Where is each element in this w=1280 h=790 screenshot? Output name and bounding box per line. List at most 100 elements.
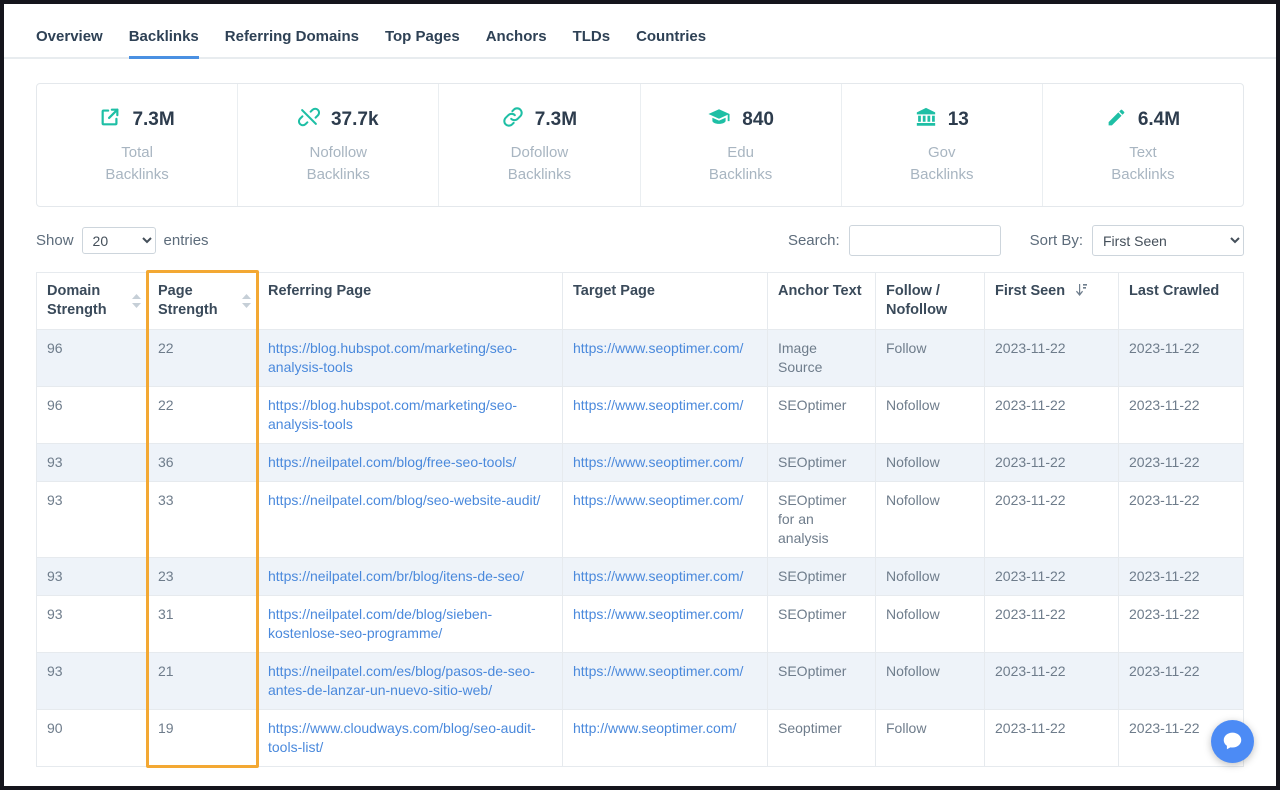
target-page-link[interactable]: https://www.seoptimer.com/: [573, 568, 743, 584]
col-header-page-strength[interactable]: Page Strength: [148, 273, 258, 330]
stat-total-backlinks: 7.3M TotalBacklinks: [37, 84, 238, 206]
col-header-anchor-text[interactable]: Anchor Text: [768, 273, 876, 330]
stat-value: 840: [742, 109, 774, 131]
tab-tlds[interactable]: TLDs: [573, 28, 611, 59]
anchor-text-cell: SEOptimer: [768, 653, 876, 710]
follow-nofollow-cell: Nofollow: [876, 482, 985, 558]
target-page-cell: https://www.seoptimer.com/: [563, 596, 768, 653]
col-header-domain-strength[interactable]: Domain Strength: [37, 273, 148, 330]
page-strength-cell: 31: [148, 596, 258, 653]
first-seen-cell: 2023-11-22: [985, 482, 1119, 558]
domain-strength-cell: 96: [37, 387, 148, 444]
stat-value: 37.7k: [331, 109, 379, 131]
table-row: 9333https://neilpatel.com/blog/seo-websi…: [37, 482, 1244, 558]
table-row: 9336https://neilpatel.com/blog/free-seo-…: [37, 444, 1244, 482]
anchor-text-cell: SEOptimer: [768, 558, 876, 596]
sort-icon: [132, 294, 141, 308]
table-row: 9019https://www.cloudways.com/blog/seo-a…: [37, 710, 1244, 767]
referring-page-link[interactable]: https://neilpatel.com/es/blog/pasos-de-s…: [268, 663, 535, 698]
referring-page-cell: https://www.cloudways.com/blog/seo-audit…: [258, 710, 563, 767]
search-input[interactable]: [849, 225, 1001, 256]
table-row: 9622https://blog.hubspot.com/marketing/s…: [37, 387, 1244, 444]
domain-strength-cell: 93: [37, 596, 148, 653]
referring-page-link[interactable]: https://www.cloudways.com/blog/seo-audit…: [268, 720, 536, 755]
anchor-text-cell: SEOptimer: [768, 444, 876, 482]
first-seen-cell: 2023-11-22: [985, 330, 1119, 387]
bank-icon: [915, 106, 937, 133]
stat-gov-backlinks: 13 GovBacklinks: [842, 84, 1043, 206]
target-page-link[interactable]: https://www.seoptimer.com/: [573, 663, 743, 679]
domain-strength-cell: 93: [37, 444, 148, 482]
follow-nofollow-cell: Follow: [876, 710, 985, 767]
referring-page-link[interactable]: https://blog.hubspot.com/marketing/seo-a…: [268, 340, 517, 375]
sort-active-icon: [1076, 283, 1087, 297]
stat-label: DofollowBacklinks: [508, 142, 571, 186]
nofollow-link-icon: [298, 106, 320, 133]
show-label: Show: [36, 232, 74, 249]
entries-label: entries: [164, 232, 209, 249]
col-header-last-crawled[interactable]: Last Crawled: [1119, 273, 1244, 330]
stat-edu-backlinks: 840 EduBacklinks: [641, 84, 842, 206]
table-controls: Show 20 entries Search: Sort By: First S…: [36, 225, 1244, 256]
page-strength-cell: 21: [148, 653, 258, 710]
page-strength-cell: 23: [148, 558, 258, 596]
tab-backlinks[interactable]: Backlinks: [129, 28, 199, 59]
entries-per-page-select[interactable]: 20: [82, 227, 156, 254]
tab-anchors[interactable]: Anchors: [486, 28, 547, 59]
last-crawled-cell: 2023-11-22: [1119, 482, 1244, 558]
first-seen-cell: 2023-11-22: [985, 710, 1119, 767]
table-row: 9622https://blog.hubspot.com/marketing/s…: [37, 330, 1244, 387]
backlinks-table-wrap: Domain Strength Page Strength: [36, 272, 1244, 767]
referring-page-link[interactable]: https://blog.hubspot.com/marketing/seo-a…: [268, 397, 517, 432]
target-page-link[interactable]: https://www.seoptimer.com/: [573, 340, 743, 356]
table-header-row: Domain Strength Page Strength: [37, 273, 1244, 330]
domain-strength-cell: 90: [37, 710, 148, 767]
domain-strength-cell: 93: [37, 653, 148, 710]
referring-page-cell: https://neilpatel.com/es/blog/pasos-de-s…: [258, 653, 563, 710]
first-seen-cell: 2023-11-22: [985, 444, 1119, 482]
target-page-link[interactable]: https://www.seoptimer.com/: [573, 397, 743, 413]
last-crawled-cell: 2023-11-22: [1119, 558, 1244, 596]
target-page-cell: https://www.seoptimer.com/: [563, 387, 768, 444]
table-body: 9622https://blog.hubspot.com/marketing/s…: [37, 330, 1244, 767]
sort-by-select[interactable]: First Seen: [1092, 225, 1244, 256]
referring-page-link[interactable]: https://neilpatel.com/de/blog/sieben-kos…: [268, 606, 492, 641]
backlinks-table: Domain Strength Page Strength: [36, 272, 1244, 767]
target-page-link[interactable]: https://www.seoptimer.com/: [573, 454, 743, 470]
tab-overview[interactable]: Overview: [36, 28, 103, 59]
follow-nofollow-cell: Follow: [876, 330, 985, 387]
target-page-cell: http://www.seoptimer.com/: [563, 710, 768, 767]
col-header-target-page[interactable]: Target Page: [563, 273, 768, 330]
follow-nofollow-cell: Nofollow: [876, 387, 985, 444]
anchor-text-cell: SEOptimer: [768, 387, 876, 444]
stat-nofollow-backlinks: 37.7k NofollowBacklinks: [238, 84, 439, 206]
col-header-referring-page[interactable]: Referring Page: [258, 273, 563, 330]
anchor-text-cell: Image Source: [768, 330, 876, 387]
referring-page-link[interactable]: https://neilpatel.com/blog/seo-website-a…: [268, 492, 540, 508]
tab-countries[interactable]: Countries: [636, 28, 706, 59]
target-page-cell: https://www.seoptimer.com/: [563, 653, 768, 710]
col-header-first-seen[interactable]: First Seen: [985, 273, 1119, 330]
stat-dofollow-backlinks: 7.3M DofollowBacklinks: [439, 84, 640, 206]
follow-nofollow-cell: Nofollow: [876, 444, 985, 482]
referring-page-link[interactable]: https://neilpatel.com/br/blog/itens-de-s…: [268, 568, 524, 584]
referring-page-cell: https://blog.hubspot.com/marketing/seo-a…: [258, 387, 563, 444]
last-crawled-cell: 2023-11-22: [1119, 444, 1244, 482]
target-page-link[interactable]: http://www.seoptimer.com/: [573, 720, 736, 736]
stat-value: 13: [948, 109, 969, 131]
target-page-link[interactable]: https://www.seoptimer.com/: [573, 606, 743, 622]
target-page-cell: https://www.seoptimer.com/: [563, 330, 768, 387]
first-seen-cell: 2023-11-22: [985, 387, 1119, 444]
graduation-cap-icon: [707, 106, 731, 133]
stat-label: GovBacklinks: [910, 142, 973, 186]
stat-label: NofollowBacklinks: [307, 142, 370, 186]
referring-page-link[interactable]: https://neilpatel.com/blog/free-seo-tool…: [268, 454, 516, 470]
stat-label: EduBacklinks: [709, 142, 772, 186]
stat-value: 7.3M: [132, 109, 174, 131]
tab-top-pages[interactable]: Top Pages: [385, 28, 460, 59]
target-page-link[interactable]: https://www.seoptimer.com/: [573, 492, 743, 508]
chat-launcher-button[interactable]: [1211, 720, 1254, 763]
col-header-follow-nofollow[interactable]: Follow / Nofollow: [876, 273, 985, 330]
tab-referring-domains[interactable]: Referring Domains: [225, 28, 359, 59]
page-content: 7.3M TotalBacklinks 37.7k NofollowBackli…: [4, 83, 1276, 767]
